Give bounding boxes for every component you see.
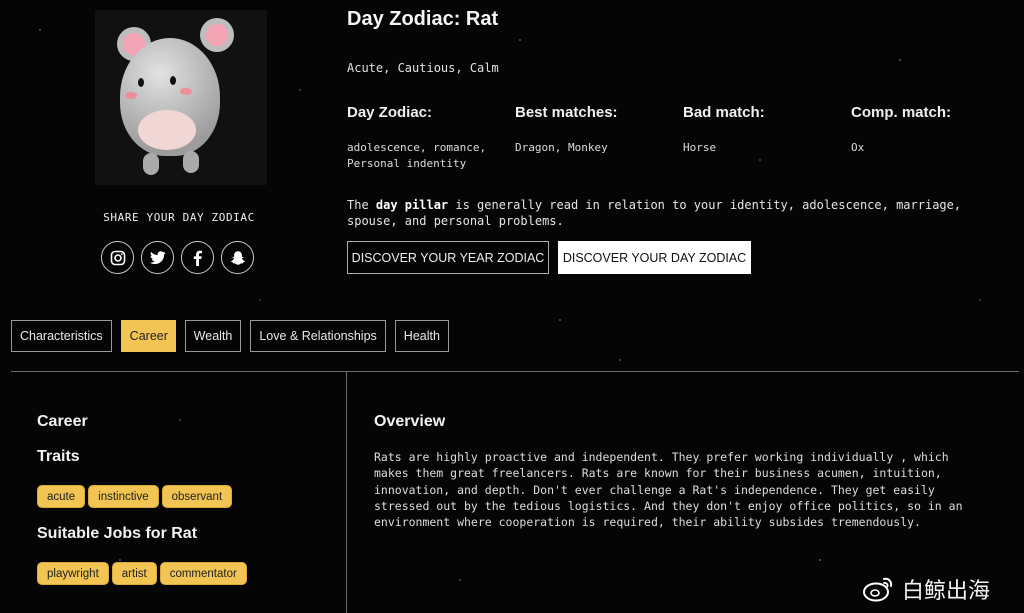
day-zodiac-value: adolescence, romance, Personal indentity <box>347 140 486 172</box>
bad-match-value: Horse <box>683 141 717 154</box>
rat-cheek-left <box>125 92 137 99</box>
rat-belly <box>138 110 196 150</box>
rat-ear-right <box>200 18 234 52</box>
section-divider-vertical <box>346 371 347 613</box>
facebook-icon[interactable] <box>181 241 214 274</box>
job-pill: playwright <box>37 562 109 585</box>
trait-pill: observant <box>161 485 233 508</box>
watermark-text: 白鲸出海 <box>902 579 991 604</box>
traits-title: Traits <box>37 448 80 465</box>
rat-leg-left <box>143 153 159 175</box>
job-pill: commentator <box>159 562 247 585</box>
trait-pill: acute <box>37 485 86 508</box>
section-divider-horizontal <box>11 371 1019 372</box>
tab-career[interactable]: Career <box>120 320 176 352</box>
rat-mascot-image <box>95 10 267 185</box>
watermark: 白鲸出海 <box>862 573 990 605</box>
overview-text: Rats are highly proactive and independen… <box>374 450 963 530</box>
tab-wealth[interactable]: Wealth <box>184 320 242 352</box>
weibo-icon <box>863 577 893 602</box>
twitter-icon[interactable] <box>141 241 174 274</box>
day-zodiac-value-line2: Personal indentity <box>347 157 467 170</box>
day-zodiac-heading: Day Zodiac: <box>347 104 433 121</box>
best-matches-value: Dragon, Monkey <box>515 141 608 154</box>
comp-match-value: Ox <box>851 141 865 154</box>
tab-health[interactable]: Health <box>394 320 449 352</box>
rat-eye-left <box>138 78 144 87</box>
career-section-title: Career <box>37 413 88 430</box>
traits-list: acute instinctive observant <box>37 485 233 508</box>
jobs-list: playwright artist commentator <box>37 562 247 585</box>
description-bold: day pillar <box>375 198 449 212</box>
rat-leg-right <box>183 151 199 173</box>
comp-match-heading: Comp. match: <box>851 104 952 121</box>
overview-title: Overview <box>374 413 446 430</box>
day-pillar-description: The day pillar is generally read in rela… <box>347 197 997 229</box>
job-pill: artist <box>111 562 157 585</box>
rat-cheek-right <box>180 88 192 95</box>
rat-eye-right <box>170 76 176 85</box>
discover-day-zodiac-button[interactable]: DISCOVER YOUR DAY ZODIAC <box>558 241 751 274</box>
tab-love-relationships[interactable]: Love & Relationships <box>250 320 386 352</box>
bad-match-heading: Bad match: <box>683 104 765 121</box>
day-zodiac-value-line1: adolescence, romance, <box>347 141 487 154</box>
rat-body <box>120 38 220 156</box>
description-prefix: The <box>347 198 376 212</box>
suitable-jobs-title: Suitable Jobs for Rat <box>37 525 198 542</box>
instagram-icon[interactable] <box>101 241 134 274</box>
tab-bar: Characteristics Career Wealth Love & Rel… <box>11 320 449 352</box>
share-label: SHARE YOUR DAY ZODIAC <box>103 211 255 224</box>
snapchat-icon[interactable] <box>221 241 254 274</box>
trait-pill: instinctive <box>88 485 159 508</box>
tab-characteristics[interactable]: Characteristics <box>11 320 112 352</box>
best-matches-heading: Best matches: <box>515 104 618 121</box>
page-title: Day Zodiac: Rat <box>347 8 499 30</box>
discover-year-zodiac-button[interactable]: DISCOVER YOUR YEAR ZODIAC <box>347 241 549 274</box>
social-share-row <box>101 241 254 274</box>
zodiac-traits-line: Acute, Cautious, Calm <box>347 61 499 75</box>
